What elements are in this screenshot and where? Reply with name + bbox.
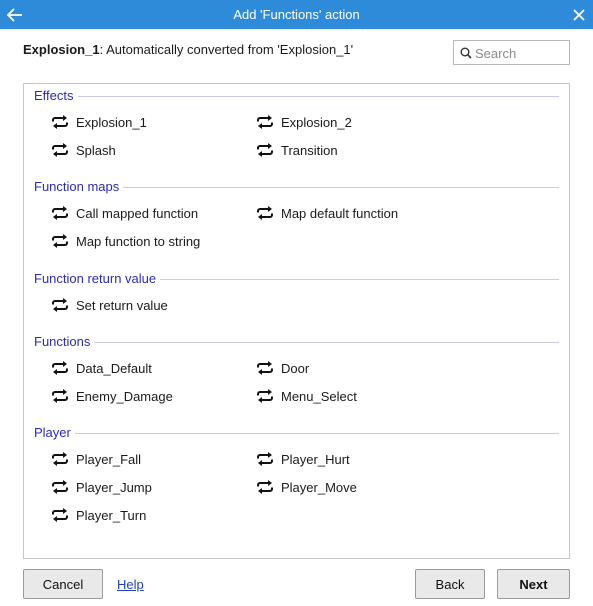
group-title: Function return value xyxy=(34,271,157,286)
action-item-label: Player_Move xyxy=(281,479,357,495)
action-item-explosion-2[interactable]: Explosion_2 xyxy=(256,112,352,132)
group-title: Effects xyxy=(34,88,74,103)
action-item-player-jump[interactable]: Player_Jump xyxy=(51,477,152,497)
help-link[interactable]: Help xyxy=(117,577,144,592)
action-item-map-function-to-string[interactable]: Map function to string xyxy=(51,231,200,251)
action-item-label: Explosion_2 xyxy=(281,114,352,130)
repeat-arrows-icon xyxy=(256,114,274,130)
action-item-player-fall[interactable]: Player_Fall xyxy=(51,449,141,469)
repeat-arrows-icon xyxy=(51,479,69,495)
group-header-functions: Functions xyxy=(34,334,559,349)
action-item-label: Explosion_1 xyxy=(76,114,147,130)
action-item-player-hurt[interactable]: Player_Hurt xyxy=(256,449,350,469)
repeat-arrows-icon xyxy=(51,297,69,313)
action-item-menu-select[interactable]: Menu_Select xyxy=(256,386,357,406)
repeat-arrows-icon xyxy=(256,205,274,221)
cancel-button[interactable]: Cancel xyxy=(23,569,103,599)
repeat-arrows-icon xyxy=(51,388,69,404)
search-icon xyxy=(460,47,472,59)
action-item-label: Door xyxy=(281,360,310,376)
action-item-label: Enemy_Damage xyxy=(76,388,173,404)
search-input[interactable] xyxy=(475,44,565,62)
back-button[interactable]: Back xyxy=(415,569,485,599)
action-item-label: Data_Default xyxy=(76,360,152,376)
group-divider xyxy=(74,432,559,434)
action-item-set-return-value[interactable]: Set return value xyxy=(51,295,168,315)
search-box[interactable] xyxy=(453,40,570,65)
action-item-call-mapped-function[interactable]: Call mapped function xyxy=(51,203,198,223)
action-item-label: Player_Jump xyxy=(76,479,152,495)
repeat-arrows-icon xyxy=(256,142,274,158)
repeat-arrows-icon xyxy=(51,451,69,467)
action-item-label: Transition xyxy=(281,142,338,158)
repeat-arrows-icon xyxy=(51,142,69,158)
group-title: Player xyxy=(34,425,71,440)
action-item-label: Menu_Select xyxy=(281,388,357,404)
repeat-arrows-icon xyxy=(51,360,69,376)
action-item-map-default-function[interactable]: Map default function xyxy=(256,203,398,223)
group-title: Functions xyxy=(34,334,91,349)
action-item-enemy-damage[interactable]: Enemy_Damage xyxy=(51,386,173,406)
object-description: Explosion_1: Automatically converted fro… xyxy=(23,42,353,57)
action-item-player-move[interactable]: Player_Move xyxy=(256,477,357,497)
action-item-label: Splash xyxy=(76,142,116,158)
action-item-label: Player_Turn xyxy=(76,507,147,523)
repeat-arrows-icon xyxy=(51,114,69,130)
object-conversion-note: : Automatically converted from 'Explosio… xyxy=(99,42,354,57)
repeat-arrows-icon xyxy=(51,507,69,523)
action-item-splash[interactable]: Splash xyxy=(51,140,116,160)
group-header-effects: Effects xyxy=(34,88,559,103)
action-item-player-turn[interactable]: Player_Turn xyxy=(51,505,146,525)
repeat-arrows-icon xyxy=(256,451,274,467)
group-divider xyxy=(160,278,559,280)
repeat-arrows-icon xyxy=(51,233,69,249)
action-item-label: Call mapped function xyxy=(76,205,199,221)
close-icon[interactable] xyxy=(568,4,590,26)
next-button[interactable]: Next xyxy=(497,569,570,599)
action-item-door[interactable]: Door xyxy=(256,358,309,378)
group-header-player: Player xyxy=(34,425,559,440)
object-name: Explosion_1 xyxy=(23,42,100,57)
repeat-arrows-icon xyxy=(256,388,274,404)
action-item-explosion-1[interactable]: Explosion_1 xyxy=(51,112,147,132)
group-divider xyxy=(123,186,559,188)
action-item-transition[interactable]: Transition xyxy=(256,140,338,160)
repeat-arrows-icon xyxy=(51,205,69,221)
group-divider xyxy=(77,95,559,97)
group-header-function-return-value: Function return value xyxy=(34,271,559,286)
action-item-data-default[interactable]: Data_Default xyxy=(51,358,152,378)
repeat-arrows-icon xyxy=(256,360,274,376)
group-header-function-maps: Function maps xyxy=(34,179,559,194)
action-item-label: Player_Hurt xyxy=(281,451,350,467)
window-title: Add 'Functions' action xyxy=(233,7,360,22)
action-item-label: Map default function xyxy=(281,205,399,221)
title-bar: Add 'Functions' action xyxy=(0,0,593,29)
group-title: Function maps xyxy=(34,179,120,194)
actions-list-panel[interactable]: Effects Explosion_1 Explosion_2 Splash Trans… xyxy=(23,83,570,559)
action-item-label: Player_Fall xyxy=(76,451,142,467)
repeat-arrows-icon xyxy=(256,479,274,495)
action-item-label: Map function to string xyxy=(76,233,201,249)
group-divider xyxy=(94,341,559,343)
action-item-label: Set return value xyxy=(76,297,168,313)
